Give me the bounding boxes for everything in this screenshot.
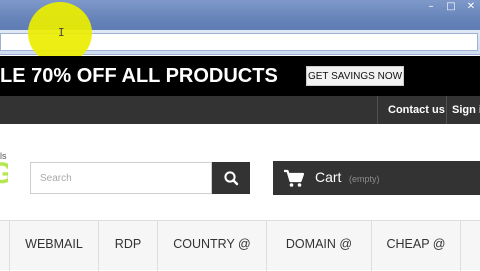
menu-item-domain[interactable]: DOMAIN @ (267, 221, 371, 269)
menu-item-rdp[interactable]: RDP (99, 221, 157, 269)
text-cursor-icon: I (58, 26, 65, 39)
promo-text: LE 70% OFF ALL PRODUCTS (0, 65, 278, 87)
category-menu: WEBMAIL RDP COUNTRY @ DOMAIN @ CHEAP @ (0, 220, 480, 271)
promo-banner: LE 70% OFF ALL PRODUCTS GET SAVINGS NOW (0, 56, 480, 96)
minimize-icon[interactable]: – (422, 1, 440, 13)
cart-button[interactable]: Cart (empty) (273, 161, 480, 195)
logo-glyph: G (0, 160, 8, 188)
menu-item-cheap[interactable]: CHEAP @ (372, 221, 460, 269)
search-input[interactable] (31, 163, 211, 193)
nav-divider (377, 96, 378, 124)
close-icon[interactable]: ✕ (462, 1, 480, 13)
search-icon (224, 171, 239, 186)
logo[interactable]: G (0, 160, 8, 188)
get-savings-button[interactable]: GET SAVINGS NOW (306, 66, 404, 86)
menu-divider (460, 221, 461, 271)
cart-status: (empty) (349, 174, 380, 184)
window-controls: – □ ✕ (422, 1, 480, 15)
search-button[interactable] (212, 162, 250, 194)
maximize-icon[interactable]: □ (442, 1, 460, 13)
cart-label: Cart (315, 169, 342, 185)
cart-icon (284, 169, 305, 187)
menu-item-country[interactable]: COUNTRY @ (158, 221, 266, 269)
search-box (30, 162, 212, 194)
top-nav-bar: Contact us Sign i (0, 96, 480, 124)
menu-item-webmail[interactable]: WEBMAIL (10, 221, 98, 269)
nav-divider (446, 96, 447, 124)
sign-in-link[interactable]: Sign i (452, 96, 480, 124)
contact-us-link[interactable]: Contact us (388, 96, 445, 124)
